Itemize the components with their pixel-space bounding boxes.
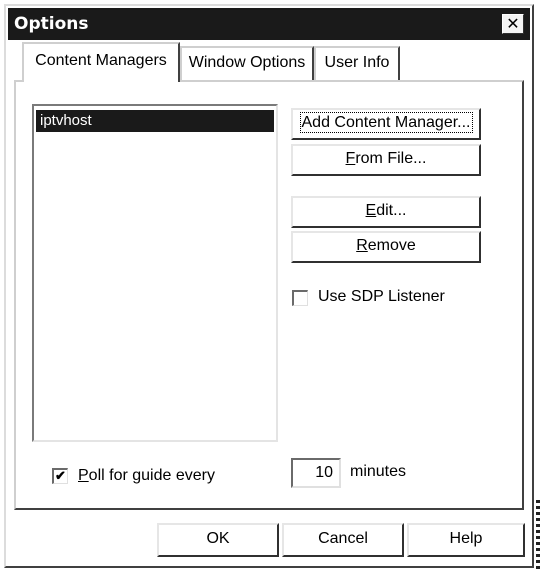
poll-checkbox[interactable]: ✔ xyxy=(52,468,68,484)
button-label: rom File... xyxy=(355,150,427,167)
tab-window-options[interactable]: Window Options xyxy=(180,46,314,80)
check-mark-icon: ✔ xyxy=(55,468,66,483)
label-text: oll for guide every xyxy=(88,467,215,484)
poll-label[interactable]: Poll for guide every xyxy=(78,467,215,485)
button-label: dit... xyxy=(376,202,407,219)
tab-label: User Info xyxy=(324,54,390,71)
mnemonic: F xyxy=(345,150,356,167)
button-label: OK xyxy=(206,530,230,547)
from-file-button[interactable]: From File... xyxy=(291,144,481,176)
tab-user-info[interactable]: User Info xyxy=(314,46,400,80)
tab-label: Window Options xyxy=(188,54,306,71)
tab-label: Content Managers xyxy=(35,52,167,69)
edit-button[interactable]: Edit... xyxy=(291,196,481,228)
button-label: Add Content Manager... xyxy=(299,112,473,133)
add-content-manager-button[interactable]: Add Content Manager... xyxy=(291,108,481,140)
mnemonic: E xyxy=(365,202,377,219)
button-label: emove xyxy=(367,237,416,254)
title-bar[interactable]: Options ✕ xyxy=(8,8,530,40)
close-button[interactable]: ✕ xyxy=(502,14,524,34)
cancel-button[interactable]: Cancel xyxy=(282,523,404,557)
poll-minutes-input[interactable]: 10 xyxy=(291,458,341,488)
minutes-label: minutes xyxy=(350,463,407,480)
sdp-listener-checkbox[interactable] xyxy=(292,290,308,306)
tab-content-managers[interactable]: Content Managers xyxy=(22,42,180,82)
remove-button[interactable]: Remove xyxy=(291,231,481,263)
mnemonic: P xyxy=(78,467,89,484)
ok-button[interactable]: OK xyxy=(157,523,279,557)
sdp-listener-label[interactable]: Use SDP Listener xyxy=(318,288,445,306)
window-title: Options xyxy=(14,14,89,34)
close-icon: ✕ xyxy=(506,14,520,33)
button-label: Help xyxy=(449,530,483,547)
button-label: Cancel xyxy=(318,530,368,547)
figure-id-mark xyxy=(536,500,540,572)
list-item-iptvhost[interactable]: iptvhost xyxy=(36,110,274,132)
help-button[interactable]: Help xyxy=(407,523,525,557)
mnemonic: R xyxy=(356,237,368,254)
content-manager-list[interactable]: iptvhost xyxy=(32,104,278,442)
